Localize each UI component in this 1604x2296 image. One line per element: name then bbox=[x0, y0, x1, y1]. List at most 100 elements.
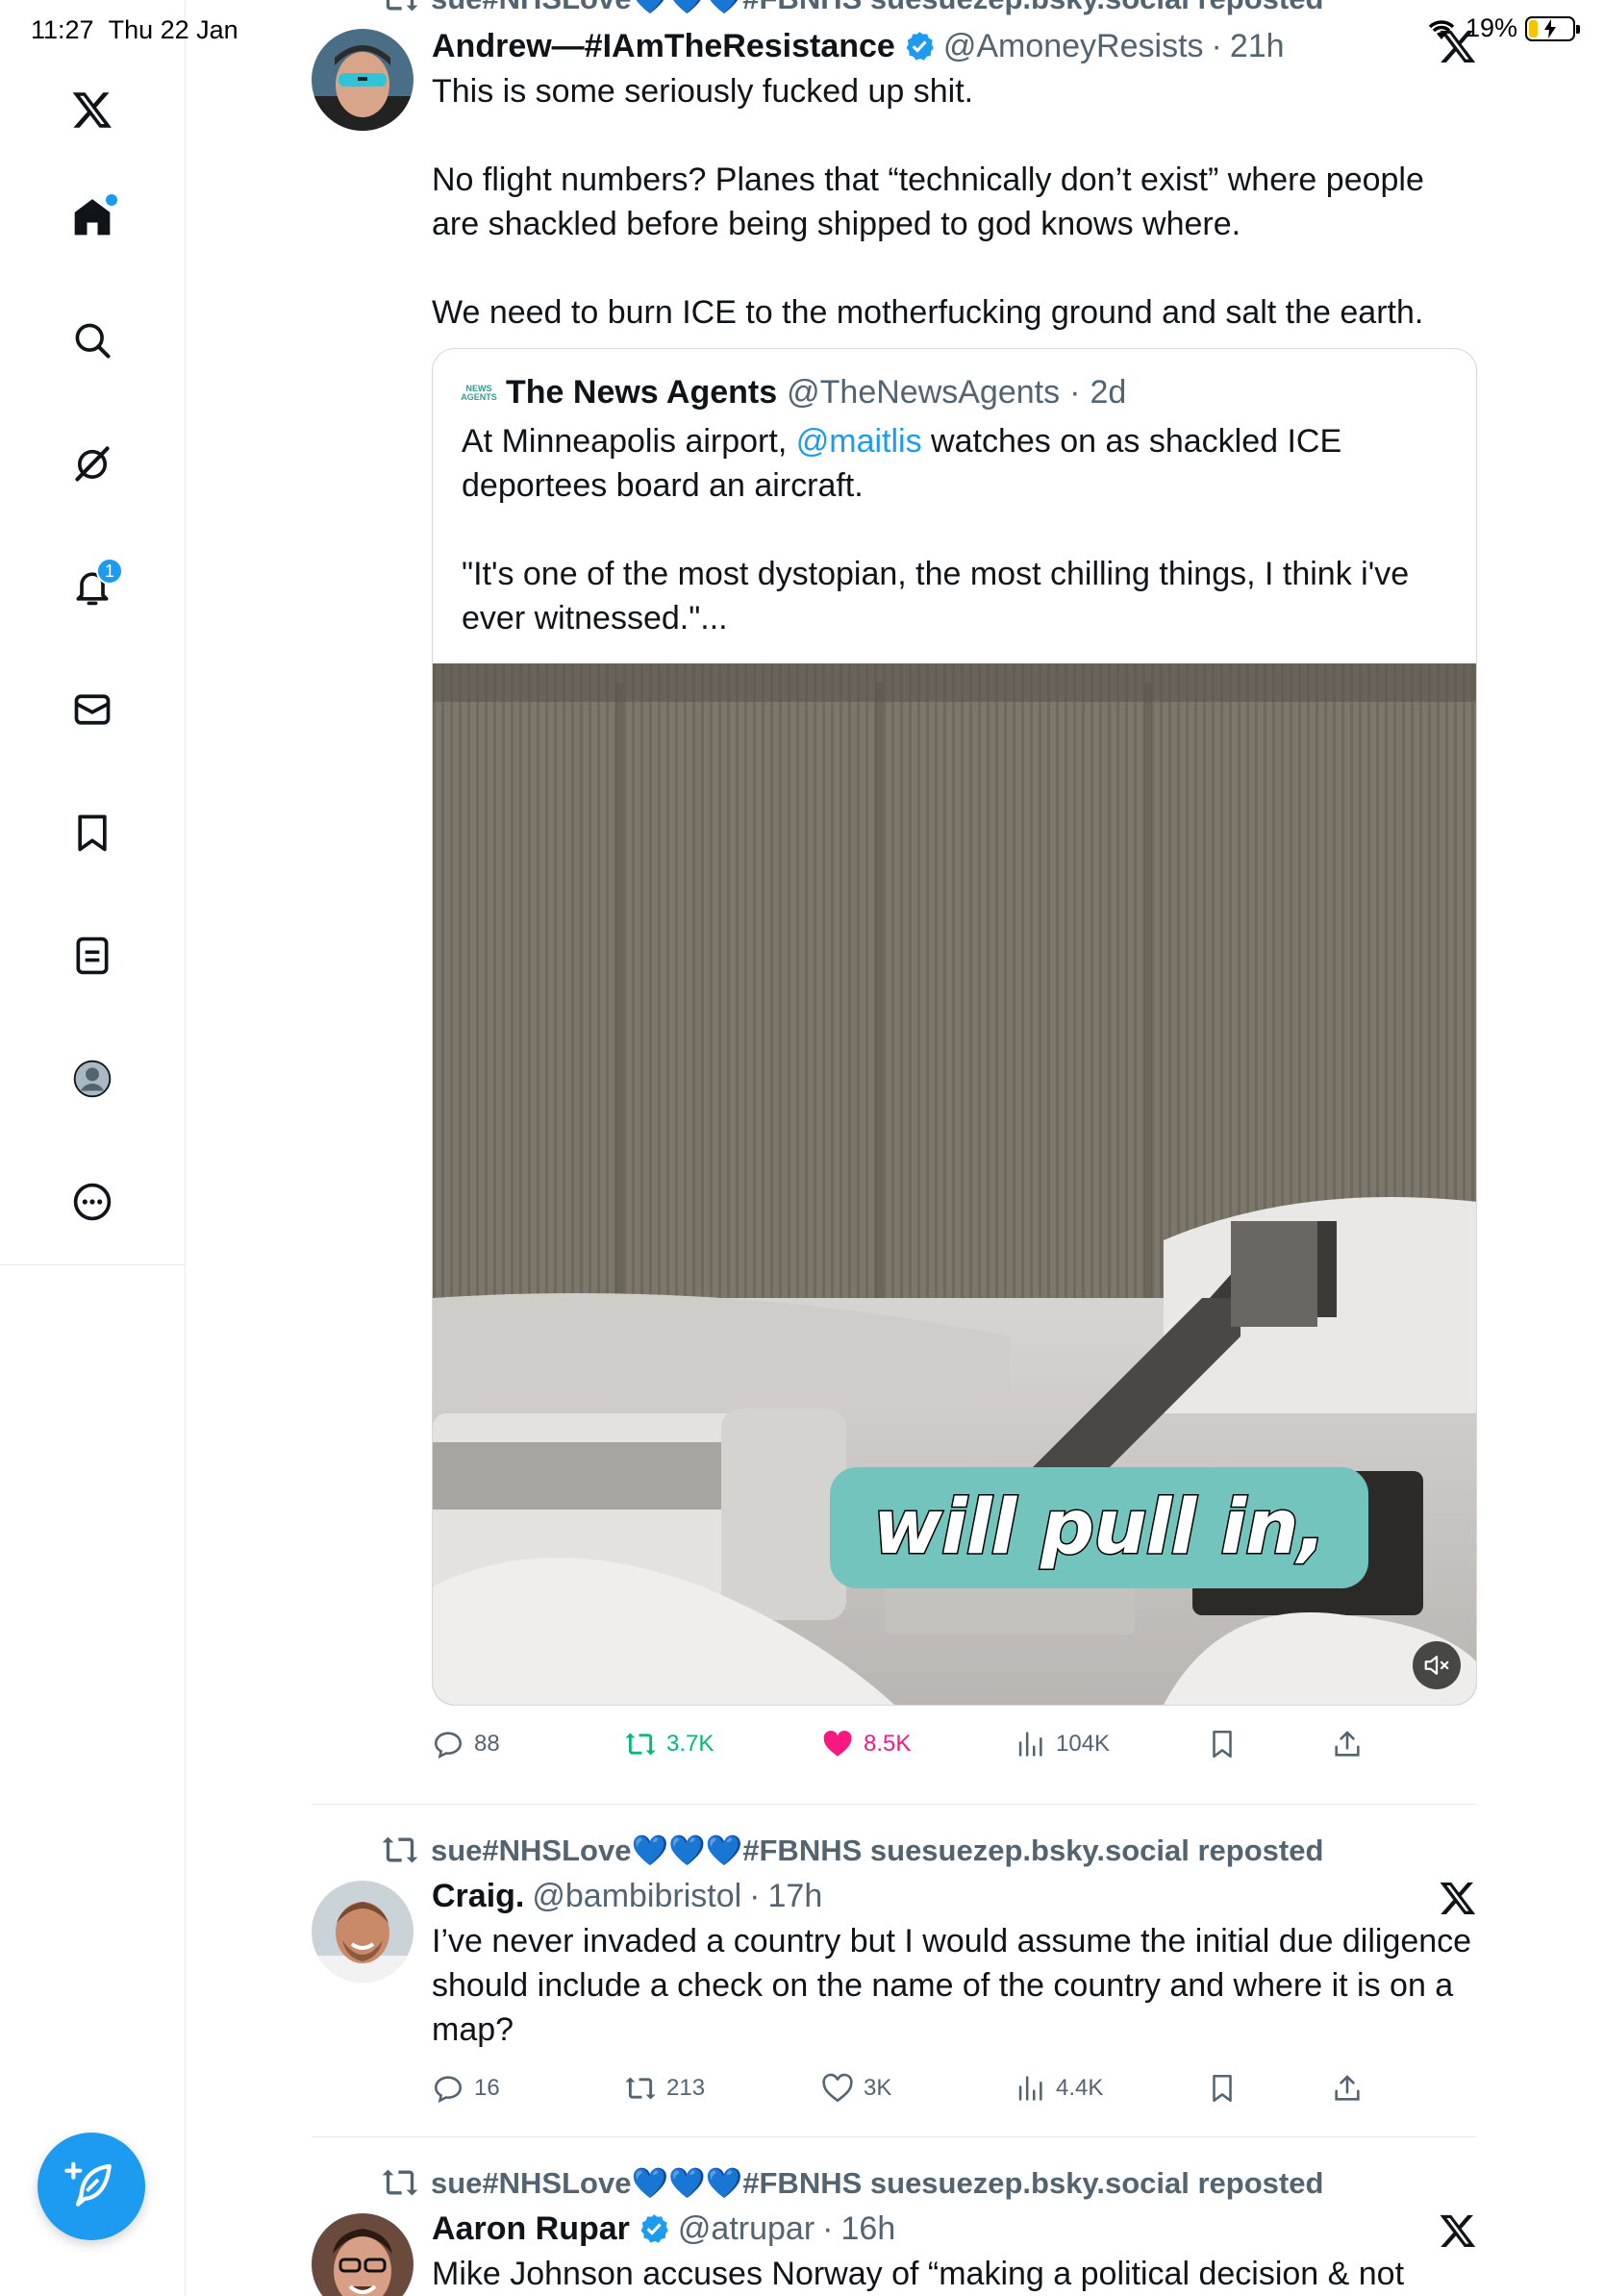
like-button[interactable]: 8.5K bbox=[821, 1728, 1014, 1760]
repost-context: sue#NHSLove💙💙💙#FBNHS suesuezep.bsky.soci… bbox=[381, 1831, 1477, 1869]
video-caption: will pull in, bbox=[830, 1467, 1368, 1588]
quote-text-before: At Minneapolis airport, bbox=[462, 423, 796, 460]
repost-context: sue#NHSLove💙💙💙#FBNHS suesuezep.bsky.soci… bbox=[381, 2163, 1477, 2202]
tweet-divider bbox=[312, 1804, 1477, 1805]
tweet-time[interactable]: 17h bbox=[768, 1878, 823, 1915]
battery-icon bbox=[1525, 15, 1580, 41]
mail-icon[interactable] bbox=[65, 683, 119, 736]
grok-icon[interactable] bbox=[65, 437, 119, 490]
compose-icon bbox=[64, 2161, 112, 2207]
repost-icon bbox=[382, 2169, 418, 2196]
tweet-header: Aaron Rupar @atrupar · 16h bbox=[432, 2209, 1477, 2248]
quote-time: 2d bbox=[1090, 374, 1127, 411]
x-source-icon bbox=[1440, 2214, 1476, 2247]
repost-button[interactable]: 213 bbox=[624, 2072, 821, 2105]
quote-avatar: NEWS AGENTS bbox=[461, 376, 497, 411]
verified-icon bbox=[640, 2214, 668, 2243]
tweet-actions: 16 213 3K 4.4K bbox=[432, 2069, 1477, 2108]
share-icon bbox=[1335, 2075, 1360, 2101]
status-date: Thu 22 Jan bbox=[108, 15, 238, 44]
repost-count: 3.7K bbox=[666, 1731, 714, 1757]
quote-display-name: The News Agents bbox=[506, 374, 778, 411]
notifications-badge: 1 bbox=[96, 558, 123, 585]
views-button[interactable]: 104K bbox=[1014, 1728, 1206, 1760]
status-time: 11:27 bbox=[31, 15, 94, 44]
status-time-date: 11:27 Thu 22 Jan bbox=[31, 15, 238, 45]
avatar[interactable] bbox=[312, 2213, 414, 2296]
views-button[interactable]: 4.4K bbox=[1014, 2072, 1206, 2105]
handle[interactable]: @atrupar bbox=[678, 2210, 815, 2248]
views-icon bbox=[1018, 1732, 1042, 1757]
reply-button[interactable]: 88 bbox=[432, 1728, 624, 1760]
search-icon[interactable] bbox=[65, 313, 119, 367]
reply-count: 16 bbox=[474, 2075, 500, 2101]
bookmark-icon bbox=[1213, 1730, 1232, 1759]
share-button[interactable] bbox=[1331, 1728, 1364, 1760]
mention-link[interactable]: @maitlis bbox=[796, 423, 922, 460]
like-count: 8.5K bbox=[864, 1731, 912, 1757]
status-indicators: 19% bbox=[1425, 13, 1580, 43]
display-name[interactable]: Aaron Rupar bbox=[432, 2210, 630, 2248]
list-icon[interactable] bbox=[65, 929, 119, 983]
separator-dot: · bbox=[749, 1877, 761, 1914]
mute-button[interactable] bbox=[1413, 1641, 1461, 1689]
repost-icon bbox=[382, 1836, 418, 1863]
video-caption-text: will pull in, bbox=[871, 1484, 1327, 1573]
quote-text-2: "It's one of the most dystopian, the mos… bbox=[462, 556, 1410, 636]
quote-header: NEWS AGENTS The News Agents @TheNewsAgen… bbox=[461, 374, 1449, 412]
tweet-time[interactable]: 16h bbox=[841, 2210, 896, 2248]
quote-avatar-text: AGENTS bbox=[461, 391, 497, 402]
sidebar-nav: 1 bbox=[0, 0, 186, 1265]
speaker-muted-icon bbox=[1424, 1656, 1449, 1675]
separator-dot: · bbox=[822, 2209, 834, 2247]
share-icon bbox=[1335, 1731, 1360, 1757]
avatar[interactable] bbox=[312, 1881, 414, 1983]
bookmark-icon[interactable] bbox=[65, 806, 119, 860]
reply-icon bbox=[434, 1732, 463, 1759]
repost-icon bbox=[625, 2077, 656, 2100]
repost-context-text[interactable]: sue#NHSLove💙💙💙#FBNHS suesuezep.bsky.soci… bbox=[431, 2165, 1323, 2201]
like-button[interactable]: 3K bbox=[821, 2072, 1014, 2105]
tweet-aaron-rupar[interactable]: sue#NHSLove💙💙💙#FBNHS suesuezep.bsky.soci… bbox=[312, 2163, 1477, 2296]
bookmark-icon bbox=[1213, 2074, 1232, 2103]
tweet-text-line: We need to burn ICE to the motherfucking… bbox=[432, 294, 1424, 331]
bell-icon[interactable]: 1 bbox=[65, 558, 123, 613]
reply-icon bbox=[434, 2076, 463, 2104]
status-bar: 11:27 Thu 22 Jan 19% bbox=[0, 0, 1604, 60]
tweet-header: Craig. @bambibristol · 17h bbox=[432, 1877, 1477, 1915]
compose-button[interactable] bbox=[38, 2133, 145, 2240]
tweet-text-line: No flight numbers? Planes that “technica… bbox=[432, 162, 1424, 242]
reply-button[interactable]: 16 bbox=[432, 2072, 624, 2105]
repost-icon bbox=[625, 1733, 656, 1756]
battery-percent: 19% bbox=[1465, 13, 1517, 42]
heart-filled-icon bbox=[823, 1730, 852, 1757]
tweet-andrew[interactable]: Andrew—#IAmTheResistance @AmoneyResists … bbox=[312, 27, 1477, 1763]
tweet-actions: 88 3.7K 8.5K 104K bbox=[432, 1725, 1477, 1763]
views-icon bbox=[1018, 2076, 1042, 2101]
separator-dot: · bbox=[1069, 374, 1081, 411]
share-button[interactable] bbox=[1331, 2072, 1364, 2105]
like-count: 3K bbox=[864, 2075, 892, 2101]
handle[interactable]: @bambibristol bbox=[532, 1878, 741, 1915]
tweet-craig[interactable]: sue#NHSLove💙💙💙#FBNHS suesuezep.bsky.soci… bbox=[312, 1831, 1477, 2108]
bookmark-button[interactable] bbox=[1206, 2072, 1331, 2105]
more-icon[interactable] bbox=[65, 1175, 119, 1229]
repost-button[interactable]: 3.7K bbox=[624, 1728, 821, 1760]
quoted-tweet[interactable]: NEWS AGENTS The News Agents @TheNewsAgen… bbox=[432, 348, 1477, 1706]
bookmark-button[interactable] bbox=[1206, 1728, 1331, 1760]
views-count: 104K bbox=[1056, 1731, 1111, 1757]
repost-context-text[interactable]: sue#NHSLove💙💙💙#FBNHS suesuezep.bsky.soci… bbox=[431, 1833, 1323, 1868]
tweet-text: Mike Johnson accuses Norway of “making a… bbox=[432, 2256, 1405, 2292]
reply-count: 88 bbox=[474, 1731, 500, 1757]
quote-text: At Minneapolis airport, @maitlis watches… bbox=[462, 419, 1449, 640]
repost-count: 213 bbox=[666, 2075, 706, 2101]
wifi-icon bbox=[1428, 19, 1455, 39]
x-logo-icon[interactable] bbox=[65, 83, 119, 137]
quote-handle: @TheNewsAgents bbox=[787, 374, 1061, 411]
home-notification-dot bbox=[106, 194, 117, 206]
video-player[interactable]: will pull in, bbox=[433, 663, 1476, 1705]
x-source-icon bbox=[1440, 1882, 1476, 1914]
avatar-icon[interactable] bbox=[65, 1052, 119, 1106]
home-icon[interactable] bbox=[65, 190, 119, 244]
display-name[interactable]: Craig. bbox=[432, 1878, 524, 1915]
